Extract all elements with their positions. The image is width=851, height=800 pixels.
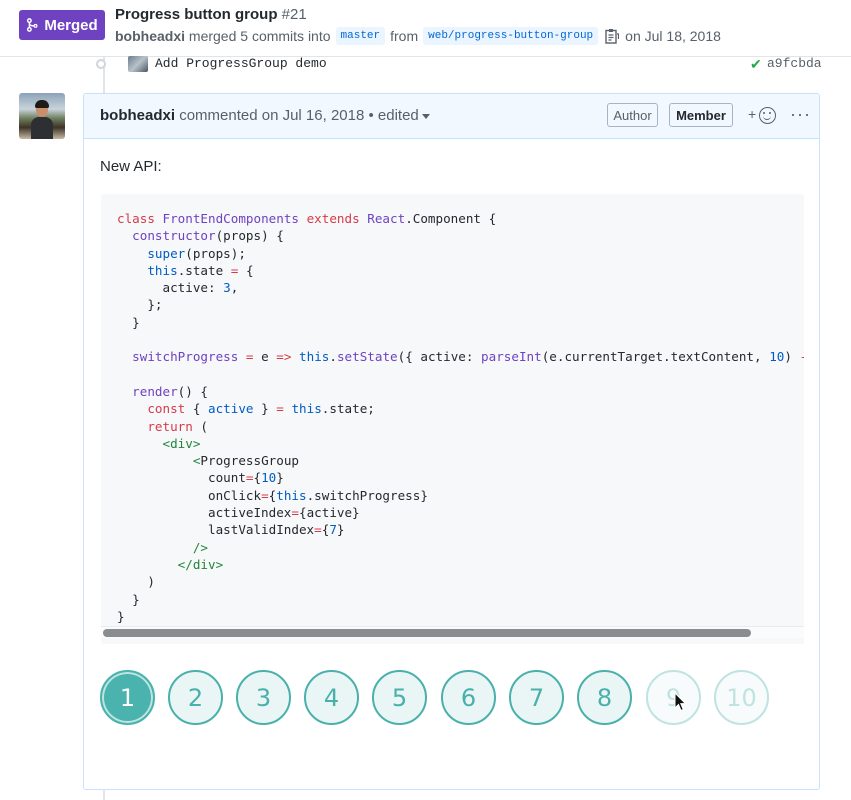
code-content: class FrontEndComponents extends React.C…	[117, 211, 804, 624]
commit-row: Add ProgressGroup demo ✔ a9fcbda	[0, 54, 851, 74]
progress-button-7[interactable]: 7	[509, 670, 564, 725]
comment-header: bobheadxi commented on Jul 16, 2018 • ed…	[84, 94, 819, 139]
from-text: from	[390, 28, 419, 44]
pr-number: #21	[281, 6, 307, 23]
mouse-cursor-icon	[674, 692, 687, 712]
scrollbar-thumb[interactable]	[103, 629, 751, 637]
base-branch[interactable]: master	[335, 27, 386, 45]
author-label: Author	[607, 103, 658, 127]
merged-text: merged 5 commits into	[188, 28, 331, 44]
merge-author[interactable]: bobheadxi	[115, 28, 185, 44]
git-merge-icon	[27, 18, 38, 32]
commit-sha[interactable]: a9fcbda	[767, 56, 822, 71]
comment-box: bobheadxi commented on Jul 16, 2018 • ed…	[83, 93, 820, 790]
commented-text[interactable]: commented on Jul 16, 2018	[179, 107, 364, 124]
progress-button-8[interactable]: 8	[577, 670, 632, 725]
merge-date: on Jul 18, 2018	[625, 28, 721, 44]
avatar-hair	[35, 100, 49, 108]
progress-button-3[interactable]: 3	[236, 670, 291, 725]
progress-button-4[interactable]: 4	[304, 670, 359, 725]
check-icon[interactable]: ✔	[750, 56, 762, 73]
progress-button-6[interactable]: 6	[441, 670, 496, 725]
clipboard-icon[interactable]	[605, 28, 620, 44]
edited-label: • edited	[368, 107, 419, 124]
horizontal-scrollbar[interactable]	[101, 626, 804, 638]
merged-badge-label: Merged	[44, 16, 98, 34]
comment-author[interactable]: bobheadxi	[100, 107, 175, 124]
code-block: class FrontEndComponents extends React.C…	[101, 194, 804, 644]
more-options-icon[interactable]: ···	[790, 104, 811, 125]
progress-button-5[interactable]: 5	[372, 670, 427, 725]
avatar[interactable]	[19, 93, 65, 139]
pr-title[interactable]: Progress button group	[115, 6, 278, 23]
merged-badge: Merged	[19, 10, 105, 40]
head-branch[interactable]: web/progress-button-group	[423, 27, 599, 45]
pr-title-line: Progress button group #21	[115, 6, 307, 23]
commit-message[interactable]: Add ProgressGroup demo	[155, 56, 327, 71]
pr-header: Merged Progress button group #21 bobhead…	[0, 0, 851, 57]
comment-header-text: bobheadxi commented on Jul 16, 2018 • ed…	[100, 107, 430, 124]
plus-icon: +	[748, 106, 757, 122]
smiley-icon	[759, 107, 776, 124]
comment-body-text: New API:	[100, 158, 162, 175]
commit-dot-icon	[96, 59, 106, 69]
progress-button-2[interactable]: 2	[168, 670, 223, 725]
commit-avatar[interactable]	[128, 56, 148, 72]
pr-meta: bobheadxi merged 5 commits into master f…	[115, 27, 721, 45]
avatar-shirt	[31, 117, 53, 139]
edited-dropdown[interactable]: • edited	[368, 107, 430, 124]
progress-button-1[interactable]: 1	[100, 670, 155, 725]
caret-down-icon	[421, 113, 430, 119]
member-label: Member	[669, 103, 733, 127]
progress-button-10[interactable]: 10	[714, 670, 769, 725]
add-reaction-button[interactable]: +	[748, 106, 778, 126]
